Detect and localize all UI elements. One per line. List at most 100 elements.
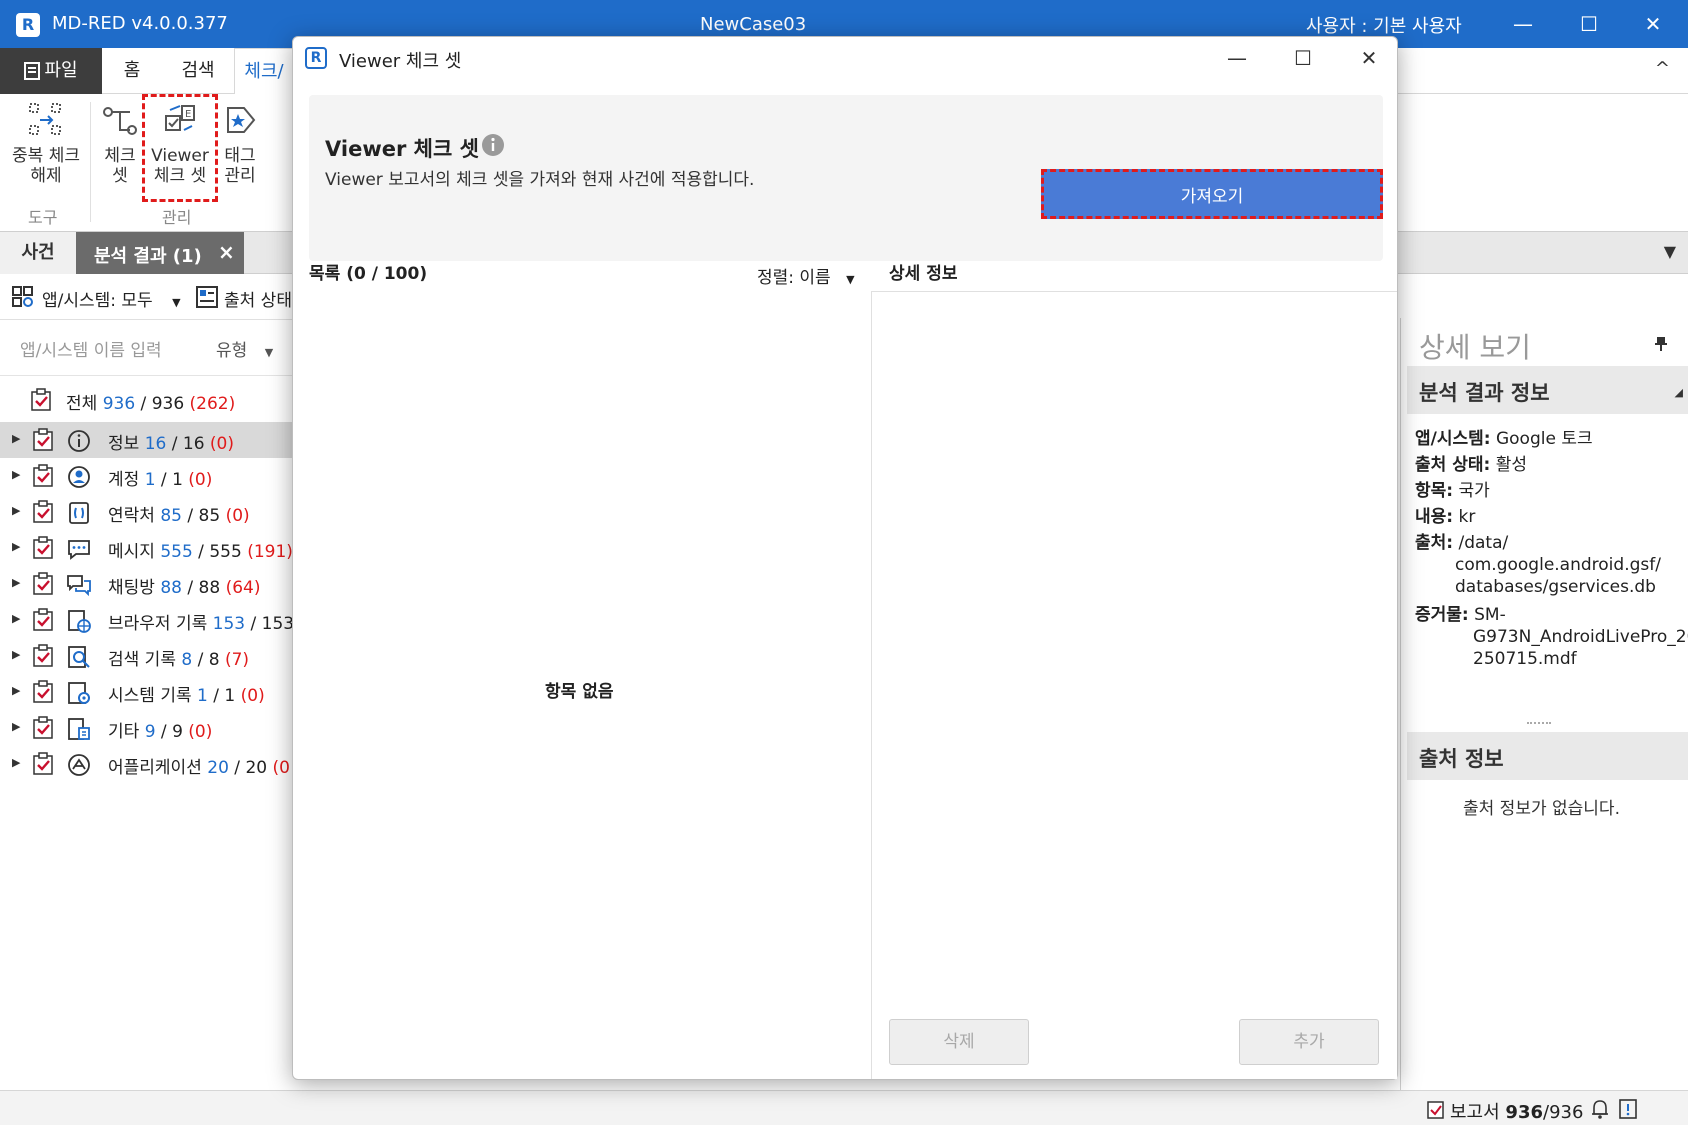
checkbox-icon[interactable]	[32, 428, 56, 452]
maximize-button[interactable]: ☐	[1574, 10, 1604, 40]
tree-row-messages[interactable]: ▶ 메시지 555 / 555 (191)	[0, 530, 293, 566]
list-header: 목록 (0 / 100)	[309, 264, 428, 284]
checkset-button[interactable]: 체크 셋	[98, 100, 142, 186]
expand-arrow-icon[interactable]: ▶	[12, 540, 20, 553]
checkbox-icon[interactable]	[32, 500, 56, 524]
close-tab-icon[interactable]: ×	[218, 240, 235, 264]
tab-case[interactable]: 사건	[0, 232, 76, 274]
expand-arrow-icon[interactable]: ▶	[12, 684, 20, 697]
dedup-uncheck-button[interactable]: 중복 체크 해제	[8, 100, 84, 186]
checkbox-icon[interactable]	[32, 536, 56, 560]
ribbon-divider	[90, 102, 91, 222]
source-status-dropdown[interactable]: 출처 상태	[224, 286, 292, 311]
report-count: 보고서 936/936	[1450, 1102, 1584, 1123]
tree-row-chatrooms[interactable]: ▶ 채팅방 88 / 88 (64)	[0, 566, 292, 602]
tab-file[interactable]: 파일	[0, 48, 102, 94]
type-label: 유형	[216, 341, 248, 361]
tree-row-other[interactable]: ▶ 기타 9 / 9 (0)	[0, 710, 292, 746]
add-button[interactable]: 추가	[1239, 1019, 1379, 1065]
tree-row-all[interactable]: 전체 936 / 936 (262)	[0, 382, 292, 418]
source-status-icon	[196, 286, 218, 308]
ribbon-collapse-icon[interactable]: ^	[1655, 58, 1670, 79]
checkbox-icon[interactable]	[32, 716, 56, 740]
sort-dropdown[interactable]: 정렬: 이름 ▼	[757, 263, 855, 288]
tab-analysis-label: 분석 결과 (1)	[94, 246, 202, 267]
tab-analysis-results[interactable]: 분석 결과 (1) ×	[76, 232, 244, 274]
tree-row-browser-history[interactable]: ▶ 브라우저 기록 153 / 153	[0, 602, 294, 638]
expand-arrow-icon[interactable]: ▶	[12, 756, 20, 769]
checkbox-icon[interactable]	[32, 680, 56, 704]
dialog-logo: R	[305, 47, 327, 69]
dialog-minimize-button[interactable]: —	[1219, 43, 1255, 75]
checkset-label-1: 체크	[104, 146, 136, 166]
expand-arrow-icon[interactable]: ▶	[12, 576, 20, 589]
detail-view-title: 상세 보기	[1419, 331, 1531, 364]
dialog-header-title: Viewer 체크 셋	[325, 137, 479, 161]
tree-label: 기타 9 / 9 (0)	[108, 722, 213, 742]
tree-label: 정보 16 / 16 (0)	[108, 434, 235, 454]
tab-check[interactable]: 체크/	[234, 48, 294, 94]
expand-arrow-icon[interactable]: ▶	[12, 612, 20, 625]
left-search-bar: 앱/시스템 이름 입력 유형 ▼	[0, 320, 300, 376]
tree-row-info[interactable]: ▶ 정보 16 / 16 (0)	[0, 422, 292, 458]
source-info-section[interactable]: 출처 정보	[1407, 732, 1688, 780]
file-icon	[24, 62, 41, 80]
other-icon	[66, 716, 92, 742]
tree-row-account[interactable]: ▶ 계정 1 / 1 (0)	[0, 458, 292, 494]
tab-home[interactable]: 홈	[110, 48, 154, 94]
checkbox-icon[interactable]	[32, 572, 56, 596]
delete-button[interactable]: 삭제	[889, 1019, 1029, 1065]
field-evidence-value: 250715.mdf	[1473, 649, 1577, 669]
info-icon	[66, 428, 92, 454]
checkbox-icon[interactable]	[32, 464, 56, 488]
field-source-label: 출처: /data/	[1415, 533, 1509, 553]
checkbox-icon[interactable]	[32, 752, 56, 776]
info-icon[interactable]	[481, 133, 505, 157]
tree-row-contacts[interactable]: ▶ 연락처 85 / 85 (0)	[0, 494, 292, 530]
tag-manage-button[interactable]: 태그 관리	[220, 100, 260, 186]
dialog-close-button[interactable]: ✕	[1351, 43, 1387, 75]
viewer-checkset-highlight	[142, 94, 218, 202]
checkbox-icon[interactable]	[32, 608, 56, 632]
app-filter-icon	[12, 286, 34, 308]
tree-row-system-history[interactable]: ▶ 시스템 기록 1 / 1 (0)	[0, 674, 292, 710]
checkbox-icon[interactable]	[32, 644, 56, 668]
pin-icon[interactable]	[1654, 336, 1668, 352]
bell-icon[interactable]	[1590, 1098, 1610, 1120]
splitter-handle[interactable]	[1527, 722, 1551, 724]
app-logo: R	[16, 13, 40, 37]
dedup-icon	[26, 100, 66, 140]
tag-icon	[220, 100, 260, 140]
analysis-info-section[interactable]: 분석 결과 정보 ◢	[1407, 366, 1688, 414]
field-source-value: com.google.android.gsf/	[1455, 555, 1661, 575]
checkbox-icon[interactable]	[30, 388, 54, 412]
app-search-input[interactable]: 앱/시스템 이름 입력	[20, 336, 162, 361]
expand-arrow-icon[interactable]: ▶	[12, 504, 20, 517]
left-toolbar: 앱/시스템: 모두 ▼ 출처 상태	[0, 274, 300, 320]
tree-row-search-history[interactable]: ▶ 검색 기록 8 / 8 (7)	[0, 638, 292, 674]
app-filter-dropdown[interactable]: 앱/시스템: 모두 ▼	[42, 286, 181, 311]
expand-arrow-icon[interactable]: ▶	[12, 648, 20, 661]
analysis-info-title: 분석 결과 정보	[1419, 381, 1550, 405]
alert-icon[interactable]	[1618, 1098, 1638, 1120]
dialog-maximize-button[interactable]: ☐	[1285, 43, 1321, 75]
viewer-checkset-dialog: R Viewer 체크 셋 — ☐ ✕ Viewer 체크 셋 Viewer 보…	[292, 36, 1398, 1080]
minimize-button[interactable]: —	[1508, 10, 1538, 40]
dialog-header-description: Viewer 보고서의 체크 셋을 가져와 현재 사건에 적용합니다.	[325, 170, 755, 190]
tabs-dropdown-icon[interactable]: ▼	[1664, 242, 1676, 261]
type-dropdown[interactable]: 유형 ▼	[216, 336, 273, 361]
expand-arrow-icon[interactable]: ▶	[12, 720, 20, 733]
tree-row-applications[interactable]: ▶ 어플리케이션 20 / 20 (0	[0, 746, 292, 782]
tab-search[interactable]: 검색	[170, 48, 226, 94]
close-button[interactable]: ✕	[1638, 10, 1668, 40]
dialog-title: Viewer 체크 셋	[339, 51, 462, 72]
detail-info-area	[871, 291, 1397, 1079]
group-label-tools: 도구	[28, 208, 58, 227]
expand-arrow-icon[interactable]: ▶	[12, 432, 20, 445]
report-icon	[1426, 1098, 1446, 1120]
chevron-down-icon: ▼	[172, 296, 181, 309]
expand-arrow-icon[interactable]: ▶	[12, 468, 20, 481]
tag-label-2: 관리	[224, 166, 256, 186]
sort-label: 정렬: 이름	[757, 268, 831, 288]
import-button[interactable]: 가져오기	[1041, 169, 1383, 219]
